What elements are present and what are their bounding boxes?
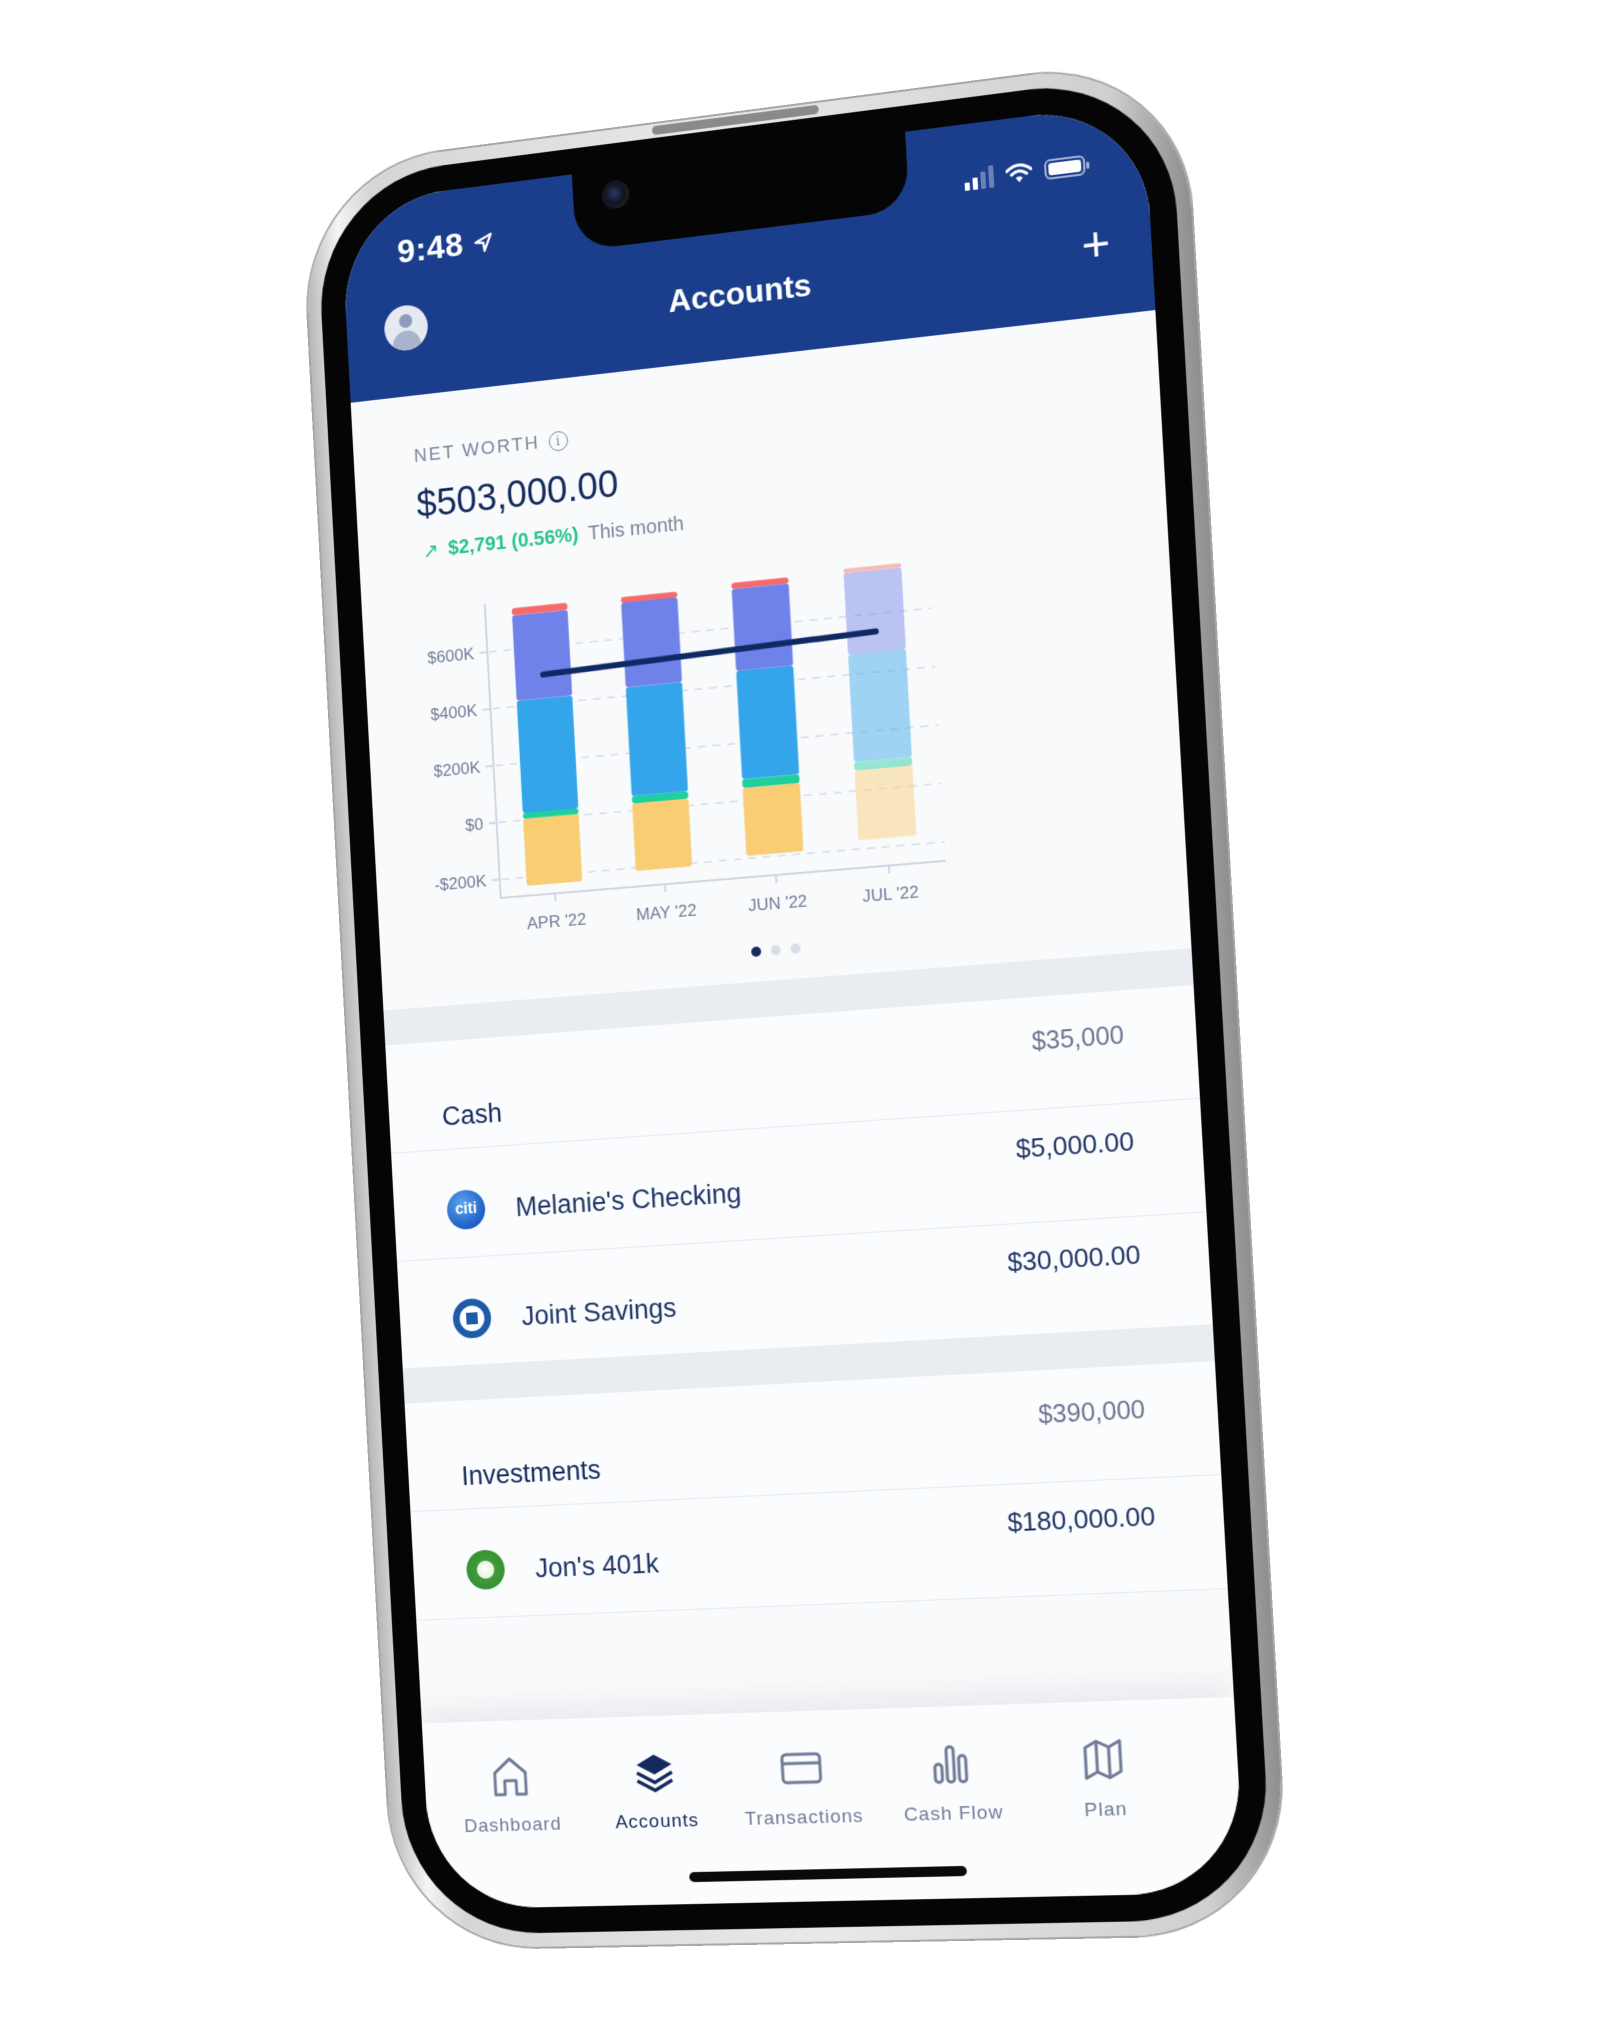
fidelity-logo-icon <box>465 1549 506 1591</box>
citi-logo-icon: citi <box>446 1188 487 1231</box>
y-tick-label: $0 <box>465 815 484 836</box>
net-worth-label: NET WORTH i <box>413 429 569 468</box>
stage: 9:48 Accounts + NET WORTH i $503,000.00 … <box>0 0 1600 2024</box>
y-tick <box>483 709 491 710</box>
bar-segment <box>512 609 573 701</box>
phone-screen: 9:48 Accounts + NET WORTH i $503,000.00 … <box>339 101 1245 1910</box>
tab-label: Transactions <box>744 1805 865 1830</box>
net-worth-chart[interactable]: -$200K $0 $200K $400K $600K APR '22 MAY '22 JUN… <box>399 547 964 954</box>
carousel-dot[interactable] <box>790 943 801 954</box>
tab-cash-flow[interactable]: Cash Flow <box>879 1734 1025 1827</box>
wifi-icon <box>1005 161 1033 183</box>
carousel-dot[interactable] <box>751 946 762 958</box>
bar-segment <box>742 782 804 856</box>
section-total: $390,000 <box>1037 1395 1146 1430</box>
bar-stack[interactable] <box>731 577 804 856</box>
carousel-dot[interactable] <box>770 944 782 956</box>
section-title: Investments <box>460 1454 602 1492</box>
account-amount: $180,000.00 <box>1006 1500 1157 1538</box>
bar-segment <box>848 648 912 762</box>
tab-bar: Dashboard Accounts Transactions Cash Flo… <box>421 1696 1245 1910</box>
bar-segment <box>625 682 689 797</box>
status-time: 9:48 <box>396 222 495 272</box>
y-tick <box>492 880 500 881</box>
y-tick <box>480 652 488 653</box>
account-name: Joint Savings <box>520 1292 678 1332</box>
info-icon[interactable]: i <box>548 430 569 452</box>
account-name: Jon's 401k <box>534 1548 660 1584</box>
status-time-text: 9:48 <box>396 225 465 271</box>
chase-logo-icon <box>451 1297 493 1340</box>
camera <box>601 179 630 211</box>
bar-segment <box>523 814 583 886</box>
add-account-button[interactable]: + <box>1080 216 1112 273</box>
layers-icon <box>632 1754 677 1795</box>
bar-segment <box>621 597 683 688</box>
bar-segment <box>731 583 794 672</box>
bar-segment <box>843 567 906 655</box>
bar-chart-icon <box>929 1741 972 1787</box>
bar-stack[interactable] <box>511 602 583 886</box>
y-tick <box>489 823 497 824</box>
tab-dashboard[interactable]: Dashboard <box>442 1748 580 1838</box>
status-icons <box>964 154 1086 192</box>
section-cash: Cash $35,000 citi Melanie's Checking $5,… <box>385 984 1213 1370</box>
chart-svg: -$200K $0 $200K $400K $600K APR '22 MAY '22 JUN… <box>427 562 964 933</box>
bar-segment <box>854 765 917 841</box>
section-title: Cash <box>441 1097 503 1132</box>
y-tick-label: $600K <box>427 644 475 668</box>
x-tick-label: MAY '22 <box>636 900 697 924</box>
tab-label: Accounts <box>614 1810 700 1834</box>
map-icon <box>1080 1736 1126 1782</box>
x-tick-label: JUL '22 <box>862 882 919 906</box>
y-tick-label: $200K <box>433 758 481 781</box>
net-worth-line <box>543 631 877 674</box>
tab-label: Dashboard <box>463 1813 563 1838</box>
section-investments: Investments $390,000 Jon's 401k $180,000… <box>404 1361 1228 1621</box>
credit-card-icon <box>779 1750 824 1787</box>
section-total: $35,000 <box>1030 1020 1125 1057</box>
net-worth-value: $503,000.00 <box>415 463 620 527</box>
location-arrow-icon <box>472 230 494 254</box>
net-worth-label-text: NET WORTH <box>413 432 541 467</box>
bar-segment <box>736 665 800 780</box>
tab-label: Plan <box>1083 1798 1128 1822</box>
phone-mockup: 9:48 Accounts + NET WORTH i $503,000.00 … <box>300 55 1290 1950</box>
y-tick-label: $400K <box>430 701 478 724</box>
tab-accounts[interactable]: Accounts <box>585 1744 726 1835</box>
trend-up-icon: ↗ <box>422 539 440 564</box>
home-indicator[interactable] <box>689 1865 968 1883</box>
account-amount: $30,000.00 <box>1006 1239 1142 1278</box>
bar-segment <box>632 798 693 871</box>
bar-segment <box>516 695 579 814</box>
y-axis <box>485 604 501 898</box>
bar-stack[interactable] <box>843 562 917 841</box>
change-period: This month <box>587 512 685 545</box>
account-name: Melanie's Checking <box>514 1177 743 1223</box>
account-amount: $5,000.00 <box>1015 1125 1135 1165</box>
x-tick-label: JUN '22 <box>748 891 808 915</box>
home-icon <box>490 1754 530 1798</box>
signal-icon <box>964 165 995 192</box>
change-amount: $2,791 (0.56%) <box>447 524 580 560</box>
tab-plan[interactable]: Plan <box>1030 1730 1178 1824</box>
battery-icon <box>1043 154 1086 181</box>
tab-transactions[interactable]: Transactions <box>731 1739 874 1831</box>
y-tick-label: -$200K <box>434 872 487 895</box>
y-tick <box>486 766 494 767</box>
tab-label: Cash Flow <box>903 1802 1004 1826</box>
accounts-content: NET WORTH i $503,000.00 ↗ $2,791 (0.56%)… <box>351 310 1245 1910</box>
x-tick-label: APR '22 <box>526 909 586 933</box>
